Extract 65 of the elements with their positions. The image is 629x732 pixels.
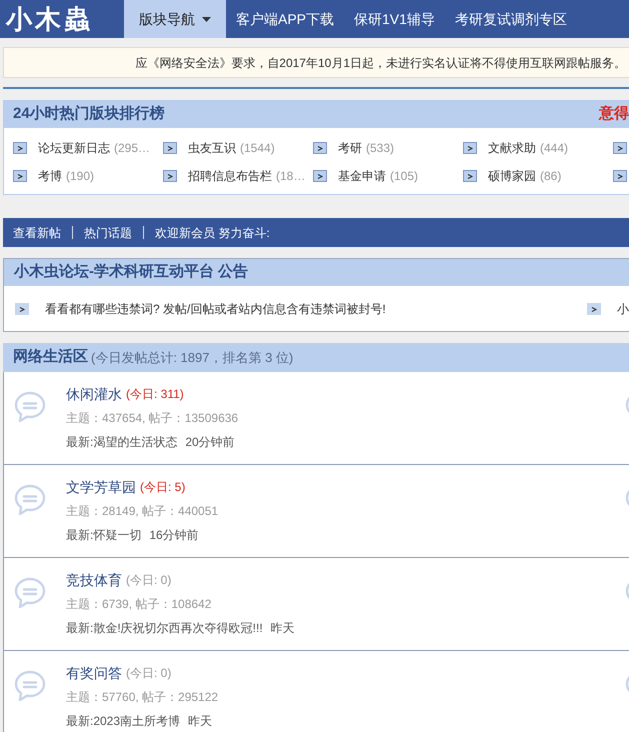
board-link[interactable]: 基金申请	[338, 167, 386, 185]
chat-bubble-icon	[14, 484, 46, 516]
chevron-icon	[15, 302, 29, 314]
chevron-icon	[13, 170, 27, 182]
post-count: (86)	[540, 168, 562, 185]
panel-title: 24小时热门版块排行榜	[13, 104, 165, 124]
nav-tab[interactable]: 考研复试调剂专区	[444, 0, 577, 38]
post-count: (18…	[276, 168, 306, 185]
post-count: (1544)	[240, 140, 275, 157]
chat-bubble-icon	[14, 577, 46, 609]
chevron-icon	[163, 170, 177, 182]
announcement-link[interactable]: 小	[617, 300, 629, 318]
latest-post-link[interactable]: 最新:渴望的生活状态	[66, 433, 178, 451]
forum-stats: 主题：28149, 帖子：440051	[66, 503, 218, 520]
latest-post-link[interactable]: 最新:2023南土所考博	[66, 712, 180, 730]
chevron-icon	[13, 142, 27, 154]
chat-bubble-icon	[14, 391, 46, 423]
post-count: (190)	[66, 168, 94, 185]
site-logo[interactable]: 小木蟲	[0, 0, 124, 38]
today-count: (今日: 0)	[126, 572, 172, 589]
forum-title[interactable]: 有奖问答	[66, 662, 122, 684]
chevron-icon	[587, 302, 601, 314]
today-count: (今日: 311)	[126, 386, 184, 403]
chevron-icon	[463, 142, 477, 154]
nav-tab[interactable]: 保研1V1辅导	[344, 0, 445, 38]
board-link[interactable]: 文献求助	[488, 139, 536, 157]
nav-tab[interactable]: 版块导航	[124, 0, 226, 38]
post-count: (105)	[390, 168, 418, 185]
forum-title[interactable]: 竞技体育	[66, 570, 122, 590]
latest-post-link[interactable]: 最新:怀疑一切	[66, 526, 142, 544]
panel-title: 小木虫论坛-学术科研互动平台 公告	[14, 262, 248, 282]
forum-stats: 主题：437654, 帖子：13509636	[66, 410, 238, 427]
latest-post-link[interactable]: 最新:散金!庆祝切尔西再次夺得欧冠!!!	[66, 619, 263, 637]
board-link[interactable]: 虫友互识	[188, 139, 236, 157]
post-count: (533)	[366, 140, 394, 157]
post-time: 昨天	[188, 713, 212, 730]
today-count: (今日: 5)	[140, 479, 186, 496]
quick-link[interactable]: 热门话题	[84, 224, 132, 242]
forum-stats: 主题：6739, 帖子：108642	[66, 596, 212, 613]
post-time: 16分钟前	[149, 527, 199, 544]
nav-tab[interactable]: 客户端APP下载	[226, 0, 344, 38]
section-title: 网络生活区	[13, 347, 88, 368]
board-link[interactable]: 论坛更新日志	[38, 139, 110, 157]
post-count: (444)	[540, 140, 568, 157]
chevron-icon	[463, 170, 477, 182]
post-count: (295…	[114, 140, 150, 157]
post-time: 20分钟前	[185, 434, 235, 451]
board-link[interactable]: 考研	[338, 139, 362, 157]
forum-title[interactable]: 休闲灌水	[66, 384, 122, 404]
chevron-icon	[313, 142, 327, 154]
section-summary: (今日发帖总计: 1897，排名第 3 位)	[91, 348, 294, 367]
board-link[interactable]: 硕博家园	[488, 167, 536, 185]
board-link[interactable]: 招聘信息布告栏	[188, 167, 272, 185]
chat-bubble-icon	[14, 670, 46, 702]
post-time: 昨天	[270, 620, 295, 637]
welcome-text: 欢迎新会员 努力奋斗:	[155, 224, 270, 242]
board-link[interactable]: 考博	[38, 167, 62, 185]
forum-stats: 主题：57760, 帖子：295122	[66, 689, 218, 706]
today-count: (今日: 0)	[126, 665, 172, 682]
forum-title[interactable]: 文学芳草园	[66, 476, 136, 498]
announcement-link[interactable]: 看看都有哪些违禁词? 发帖/回帖或者站内信息含有违禁词被封号!	[45, 300, 386, 318]
notice-banner: 应《网络安全法》要求，自2017年10月1日起，未进行实名认证将不得使用互联网跟帖服务。	[3, 47, 629, 78]
quick-link[interactable]: 查看新帖	[13, 224, 61, 242]
chevron-icon	[163, 142, 177, 154]
chevron-icon	[313, 170, 327, 182]
